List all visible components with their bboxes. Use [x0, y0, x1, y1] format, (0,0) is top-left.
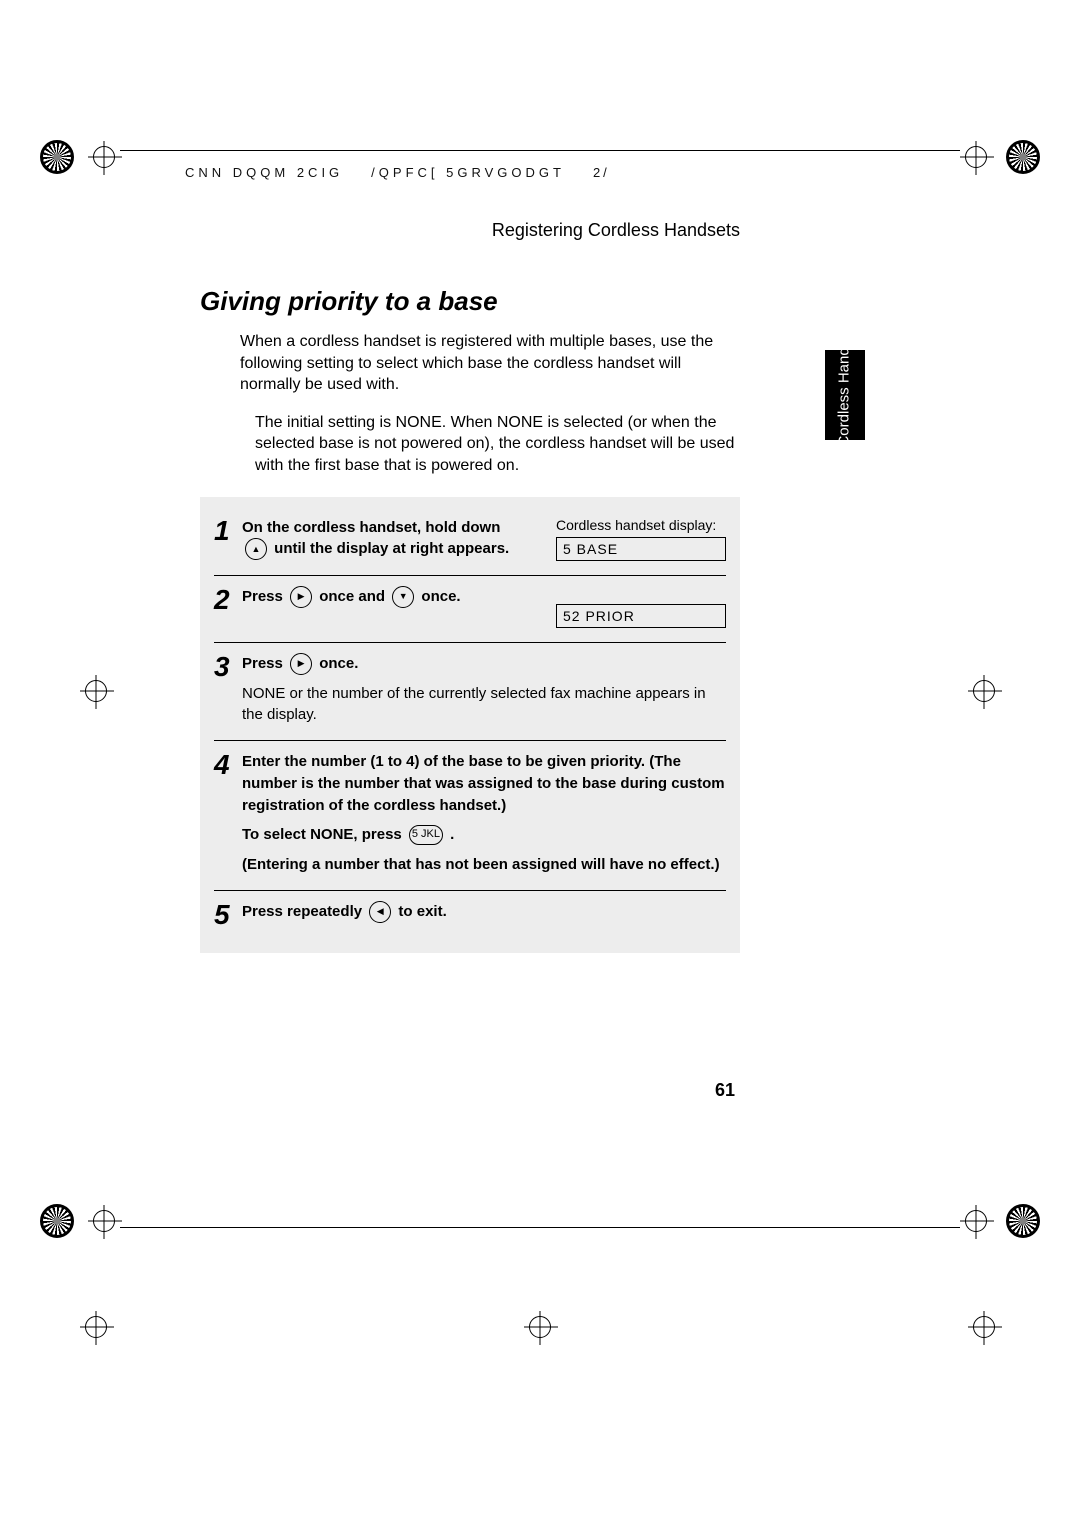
registration-crosshair-icon	[93, 1210, 115, 1232]
step-4-p3: (Entering a number that has not been ass…	[242, 854, 726, 876]
step-body: Press once and once.	[242, 586, 544, 628]
page-number: 61	[715, 1080, 735, 1101]
step-body: Enter the number (1 to 4) of the base to…	[242, 751, 726, 876]
registration-mark-mid-right	[973, 680, 995, 702]
step-separator	[214, 642, 726, 643]
section-title: Giving priority to a base	[200, 286, 740, 317]
step-separator	[214, 575, 726, 576]
step-5-t1: Press repeatedly	[242, 903, 366, 920]
registration-mark-foot-left	[85, 1316, 107, 1338]
step-4: 4 Enter the number (1 to 4) of the base …	[200, 745, 740, 886]
step-body: Press once. NONE or the number of the cu…	[242, 653, 726, 727]
handset-display-box: 5 BASE	[556, 537, 726, 561]
down-arrow-key-icon	[392, 586, 414, 608]
registration-crosshair-icon	[85, 680, 107, 702]
registration-crosshair-icon	[529, 1316, 551, 1338]
registration-target-icon	[40, 140, 74, 174]
step-1-line1: On the cordless handset, hold down	[242, 519, 500, 536]
registration-crosshair-icon	[85, 1316, 107, 1338]
step-separator	[214, 740, 726, 741]
step-1: 1 On the cordless handset, hold down unt…	[200, 511, 740, 571]
step-4-p2a: To select NONE, press	[242, 826, 406, 843]
step-number: 2	[214, 586, 242, 628]
registration-target-icon	[40, 1204, 74, 1238]
intro-paragraph: When a cordless handset is registered wi…	[240, 331, 740, 396]
step-number: 1	[214, 517, 242, 561]
display-column: Cordless handset display: 5 BASE	[556, 517, 726, 561]
step-4-p1: Enter the number (1 to 4) of the base to…	[242, 751, 726, 816]
steps-panel: 1 On the cordless handset, hold down unt…	[200, 497, 740, 953]
chapter-tab: 2. Cordless Handset	[825, 350, 865, 440]
key-5-icon: 5 JKL	[409, 825, 443, 845]
step-3: 3 Press once. NONE or the number of the …	[200, 647, 740, 737]
step-5-t2: to exit.	[398, 903, 446, 920]
step-3-t2: once.	[319, 655, 358, 672]
right-arrow-key-icon	[290, 586, 312, 608]
header-code-1: CNN DQQM 2CIG	[185, 165, 343, 180]
step-1-line2: until the display at right appears.	[274, 540, 509, 557]
right-arrow-key-icon	[290, 653, 312, 675]
registration-mark-bottom-right	[965, 1204, 1040, 1238]
step-2-t3: once.	[421, 588, 460, 605]
registration-target-icon	[1006, 140, 1040, 174]
registration-crosshair-icon	[965, 1210, 987, 1232]
step-number: 5	[214, 901, 242, 929]
step-2: 2 Press once and once. 52 PRIOR	[200, 580, 740, 638]
step-body: Press repeatedly to exit.	[242, 901, 726, 929]
registration-mark-top-left	[40, 140, 115, 174]
registration-mark-bottom-left	[40, 1204, 115, 1238]
up-arrow-key-icon	[245, 538, 267, 560]
registration-mark-foot-right	[973, 1316, 995, 1338]
display-column: 52 PRIOR	[556, 586, 726, 628]
registration-target-icon	[1006, 1204, 1040, 1238]
step-number: 4	[214, 751, 242, 876]
note-paragraph: The initial setting is NONE. When NONE i…	[255, 412, 740, 477]
registration-crosshair-icon	[973, 1316, 995, 1338]
registration-mark-mid-left	[85, 680, 107, 702]
print-header: CNN DQQM 2CIG /QPFC[ 5GRVGODGT 2/	[185, 165, 830, 180]
chapter-tab-label: 2. Cordless Handset	[837, 327, 854, 463]
header-code-2: /QPFC[ 5GRVGODGT	[371, 165, 565, 180]
registration-mark-foot-center	[529, 1316, 551, 1338]
registration-crosshair-icon	[973, 680, 995, 702]
header-code-3: 2/	[593, 165, 610, 180]
registration-crosshair-icon	[965, 146, 987, 168]
step-2-t1: Press	[242, 588, 287, 605]
step-5: 5 Press repeatedly to exit.	[200, 895, 740, 939]
registration-crosshair-icon	[93, 146, 115, 168]
step-separator	[214, 890, 726, 891]
registration-mark-top-right	[965, 140, 1040, 174]
step-4-p2b: .	[450, 826, 454, 843]
left-arrow-key-icon	[369, 901, 391, 923]
crop-line-top	[120, 150, 960, 151]
handset-display-box: 52 PRIOR	[556, 604, 726, 628]
step-body: On the cordless handset, hold down until…	[242, 517, 544, 561]
running-head: Registering Cordless Handsets	[200, 220, 740, 241]
page-content: Registering Cordless Handsets Giving pri…	[200, 220, 740, 953]
crop-line-bottom	[120, 1227, 960, 1228]
step-3-body: NONE or the number of the currently sele…	[242, 683, 726, 727]
display-label: Cordless handset display:	[556, 517, 726, 533]
step-number: 3	[214, 653, 242, 727]
step-2-t2: once and	[319, 588, 389, 605]
step-3-t1: Press	[242, 655, 287, 672]
